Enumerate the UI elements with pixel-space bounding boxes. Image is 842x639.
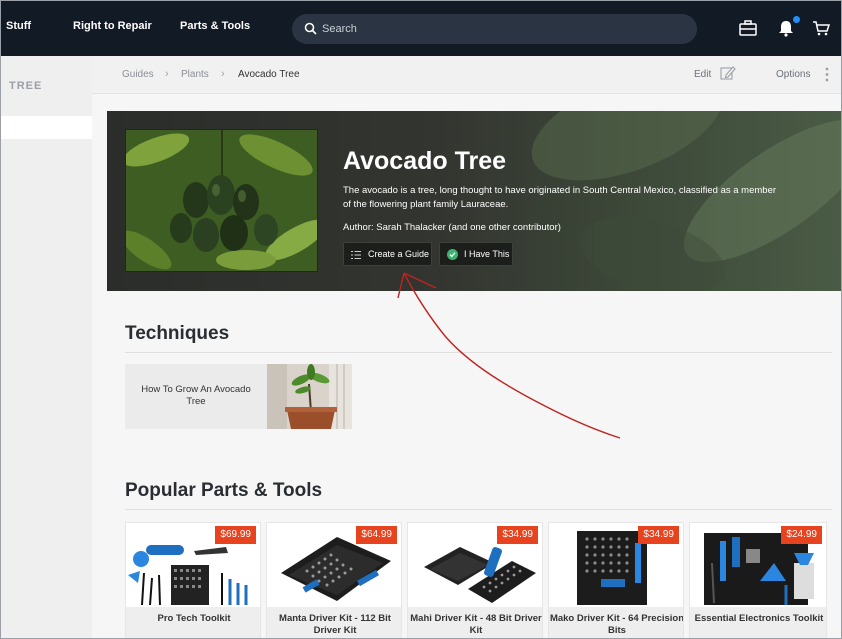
product-name: Manta Driver Kit - 112 Bit Driver Kit (267, 607, 401, 638)
product-name: Mako Driver Kit - 64 Precision Bits (549, 607, 683, 638)
more-vertical-icon[interactable] (825, 67, 829, 82)
breadcrumb-guides[interactable]: Guides (122, 69, 154, 80)
top-nav: Stuff Right to Repair Parts & Tools Sear… (0, 0, 842, 56)
chevron-right-icon: › (221, 68, 225, 80)
search-bar[interactable]: Search (292, 14, 697, 44)
i-have-this-label: I Have This (464, 249, 510, 259)
author-line: Author: Sarah Thalacker (and one other c… (343, 222, 561, 233)
main-content: Guides › Plants › Avocado Tree Edit Opti… (92, 56, 842, 639)
product-card[interactable]: $69.99 Pro Tech Toolkit (125, 522, 261, 639)
price-badge: $64.99 (356, 526, 397, 544)
price-badge: $34.99 (638, 526, 679, 544)
price-badge: $24.99 (781, 526, 822, 544)
techniques-heading: Techniques (125, 323, 230, 344)
price-badge: $34.99 (497, 526, 538, 544)
product-card[interactable]: $34.99 Mahi Driver Kit - 48 Bit Driver K… (407, 522, 543, 639)
section-divider (125, 352, 832, 353)
technique-title: How To Grow An Avocado Tree (141, 384, 251, 407)
nav-link-stuff[interactable]: Stuff (6, 20, 31, 32)
edit-icon[interactable] (719, 65, 736, 82)
create-guide-label: Create a Guide (368, 249, 430, 259)
product-card[interactable]: $34.99 Mako Driver Kit - 64 Precision Bi… (548, 522, 684, 639)
notification-dot (793, 16, 800, 23)
page-description: The avocado is a tree, long thought to h… (343, 185, 777, 210)
section-divider (125, 509, 832, 510)
price-badge: $69.99 (215, 526, 256, 544)
nav-link-right-to-repair[interactable]: Right to Repair (73, 20, 152, 32)
search-input[interactable]: Search (322, 23, 357, 35)
chevron-right-icon: › (165, 68, 169, 80)
breadcrumb-plants[interactable]: Plants (181, 69, 209, 80)
product-name: Essential Electronics Toolkit (690, 607, 826, 638)
technique-card[interactable]: How To Grow An Avocado Tree (125, 364, 352, 429)
page-title: Avocado Tree (343, 147, 507, 175)
breadcrumb: Guides › Plants › Avocado Tree Edit Opti… (92, 56, 842, 94)
options-button[interactable]: Options (776, 69, 810, 80)
nav-link-parts-tools[interactable]: Parts & Tools (180, 20, 250, 32)
search-icon (304, 22, 317, 35)
toolbox-icon[interactable] (737, 17, 759, 39)
i-have-this-button[interactable]: I Have This (439, 242, 513, 266)
edit-button[interactable]: Edit (694, 69, 711, 80)
product-name: Pro Tech Toolkit (126, 607, 260, 638)
product-name: Mahi Driver Kit - 48 Bit Driver Kit (408, 607, 542, 638)
sidebar: TREE (0, 56, 92, 639)
product-card[interactable]: $24.99 Essential Electronics Toolkit (689, 522, 827, 639)
check-circle-icon (447, 249, 458, 260)
cart-icon[interactable] (810, 17, 832, 39)
avocado-photo (125, 129, 318, 272)
sidebar-selected-item[interactable] (0, 116, 92, 139)
breadcrumb-current: Avocado Tree (238, 69, 300, 80)
parts-heading: Popular Parts & Tools (125, 480, 323, 501)
hero-banner: Avocado Tree The avocado is a tree, long… (107, 111, 842, 291)
sidebar-title: TREE (9, 80, 43, 92)
product-card[interactable]: $64.99 Manta Driver Kit - 112 Bit Driver… (266, 522, 402, 639)
create-guide-button[interactable]: Create a Guide (343, 242, 432, 266)
technique-thumbnail (267, 364, 352, 429)
list-icon (351, 251, 361, 259)
